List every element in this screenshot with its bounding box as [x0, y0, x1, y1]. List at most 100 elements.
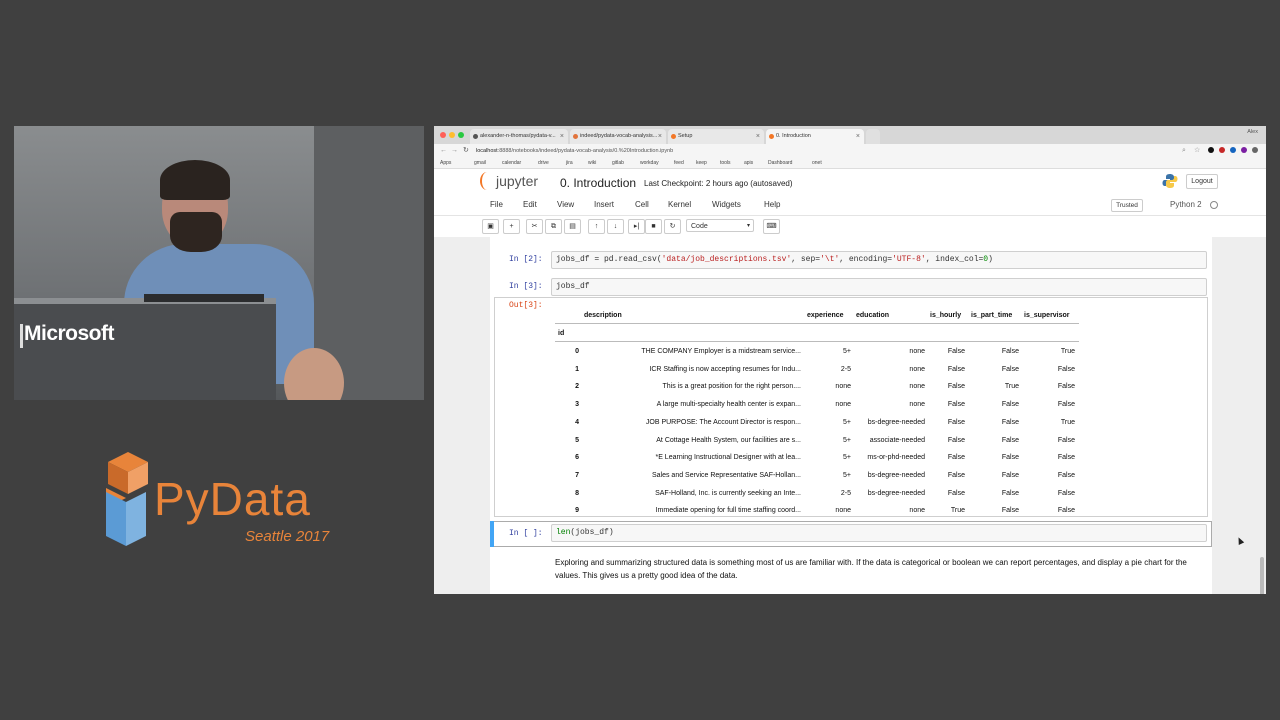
minimize-window-button[interactable] [449, 132, 455, 138]
search-icon[interactable]: ⌕ [1182, 146, 1186, 156]
keyboard-icon[interactable]: ⌨ [763, 219, 780, 234]
table-cell: 2-5 [840, 489, 851, 497]
trusted-indicator[interactable]: Trusted [1111, 199, 1143, 212]
speaker-camera-feed: Microsoft [14, 126, 424, 400]
menu-icon[interactable] [1252, 147, 1258, 153]
forward-icon[interactable]: → [451, 146, 458, 156]
cell-prompt: In [3]: [509, 282, 543, 291]
notebook-toolbar: ▣ + ✂ ⧉ ▤ ↑ ↓ ▸| ■ ↻ Code ▾ ⌨ [434, 215, 1266, 238]
table-cell: False [1057, 471, 1075, 479]
extension-icon[interactable] [1219, 147, 1225, 153]
bookmark-star-icon[interactable]: ☆ [1194, 146, 1200, 156]
close-window-button[interactable] [440, 132, 446, 138]
bookmark-item[interactable]: Apps [440, 159, 451, 167]
new-tab-button[interactable] [866, 129, 880, 144]
menu-widgets[interactable]: Widgets [712, 200, 741, 209]
table-cell: False [947, 436, 965, 444]
tab-label: Setup [678, 133, 693, 139]
code-cell-input[interactable] [551, 524, 1207, 542]
bookmark-item[interactable]: keep [696, 159, 707, 167]
menu-kernel[interactable]: Kernel [668, 200, 691, 209]
table-cell: none [835, 383, 851, 391]
bookmark-item[interactable]: workday [640, 159, 659, 167]
cell-type-select[interactable]: Code ▾ [686, 219, 754, 232]
close-tab-icon[interactable]: × [756, 129, 760, 144]
bookmark-item[interactable]: onet [812, 159, 822, 167]
code-cell-input[interactable] [551, 278, 1207, 296]
interrupt-icon[interactable]: ■ [645, 219, 662, 234]
menu-view[interactable]: View [557, 200, 574, 209]
table-cell: False [947, 365, 965, 373]
move-up-icon[interactable]: ↑ [588, 219, 605, 234]
tab-setup[interactable]: Setup × [668, 129, 764, 144]
gitlab-icon [573, 134, 578, 139]
kernel-name[interactable]: Python 2 [1170, 200, 1202, 209]
table-cell: False [1057, 436, 1075, 444]
run-cell-icon[interactable]: ▸| [628, 219, 645, 234]
close-tab-icon[interactable]: × [856, 129, 860, 144]
browser-user[interactable]: Alex [1247, 129, 1258, 135]
jupyter-logo[interactable]: jupyter [496, 173, 538, 189]
bookmark-item[interactable]: apis [744, 159, 753, 167]
copy-icon[interactable]: ⧉ [545, 219, 562, 234]
bookmark-item[interactable]: feed [674, 159, 684, 167]
code-text: , encoding= [839, 255, 893, 264]
table-column-header: education [856, 312, 890, 319]
bookmark-item[interactable]: calendar [502, 159, 521, 167]
tab-github[interactable]: alexander-n-thomas/pydata-v... × [470, 129, 568, 144]
menu-help[interactable]: Help [764, 200, 780, 209]
menu-cell[interactable]: Cell [635, 200, 649, 209]
paste-icon[interactable]: ▤ [564, 219, 581, 234]
github-icon [473, 134, 478, 139]
table-cell: ms-or-phd-needed [867, 454, 925, 462]
maximize-window-button[interactable] [458, 132, 464, 138]
table-cell: False [947, 401, 965, 409]
save-icon[interactable]: ▣ [482, 219, 499, 234]
restart-icon[interactable]: ↻ [664, 219, 681, 234]
close-tab-icon[interactable]: × [658, 129, 662, 144]
bookmark-item[interactable]: Dashboard [768, 159, 792, 167]
pydata-logo: PyData Seattle 2017 [100, 450, 360, 560]
table-index-cell: 4 [575, 418, 579, 426]
scrollbar[interactable] [1260, 557, 1264, 594]
url-input[interactable]: localhost:8888/notebooks/indeed/pydata-v… [476, 146, 673, 156]
bookmark-item[interactable]: wiki [588, 159, 596, 167]
table-cell: bs-degree-needed [867, 471, 925, 479]
table-index-cell: 1 [575, 365, 579, 373]
tab-introduction[interactable]: 0. Introduction × [766, 129, 864, 144]
table-column-header: is_part_time [971, 312, 1013, 319]
table-cell: none [909, 507, 925, 515]
table-cell: True [950, 507, 965, 515]
bookmark-item[interactable]: gitlab [612, 159, 624, 167]
bookmark-item[interactable]: drive [538, 159, 549, 167]
notebook-title[interactable]: 0. Introduction [560, 176, 636, 190]
move-down-icon[interactable]: ↓ [607, 219, 624, 234]
bookmark-item[interactable]: gmail [474, 159, 486, 167]
back-icon[interactable]: ← [440, 146, 447, 156]
table-index-cell: 6 [575, 454, 579, 462]
table-cell: THE COMPANY Employer is a midstream serv… [641, 348, 801, 355]
extension-icon[interactable] [1230, 147, 1236, 153]
table-index-cell: 5 [575, 436, 579, 444]
speaker-hair [160, 160, 230, 200]
menu-file[interactable]: File [490, 200, 503, 209]
speaker-beard [170, 212, 222, 252]
bookmark-item[interactable]: tools [720, 159, 731, 167]
reload-icon[interactable]: ↻ [463, 146, 469, 156]
tab-gitlab[interactable]: indeed/pydata-vocab-analysis... × [570, 129, 666, 144]
table-index-cell: 3 [575, 401, 579, 409]
extension-icon[interactable] [1241, 147, 1247, 153]
bookmark-item[interactable]: jira [566, 159, 573, 167]
logout-button[interactable]: Logout [1186, 174, 1218, 189]
cut-icon[interactable]: ✂ [526, 219, 543, 234]
table-index-cell: 7 [575, 471, 579, 479]
dataframe-output[interactable]: description experience education is_hourly i… [494, 297, 1208, 517]
table-cell: True [1004, 383, 1019, 391]
extension-icon[interactable] [1208, 147, 1214, 153]
close-tab-icon[interactable]: × [560, 129, 564, 144]
pydata-subtitle: Seattle 2017 [245, 528, 330, 545]
add-cell-icon[interactable]: + [503, 219, 520, 234]
table-cell: Sales and Service Representative SAF-Hol… [651, 471, 801, 479]
menu-insert[interactable]: Insert [594, 200, 614, 209]
menu-edit[interactable]: Edit [523, 200, 537, 209]
